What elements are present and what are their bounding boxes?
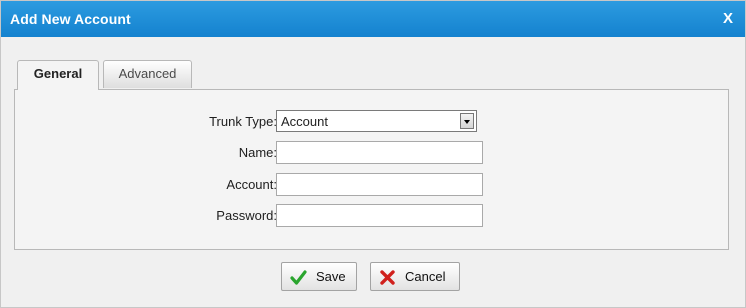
cancel-button[interactable]: Cancel — [370, 262, 460, 291]
tab-advanced[interactable]: Advanced — [103, 60, 192, 88]
check-icon — [290, 270, 307, 285]
name-label: Name: — [238, 145, 277, 160]
tab-general-label: General — [33, 66, 83, 81]
save-button-label: Save — [316, 269, 346, 284]
close-button[interactable]: X — [723, 10, 733, 27]
add-new-account-dialog: Add New Account X General Advanced Trunk… — [0, 0, 746, 308]
tab-advanced-label: Advanced — [118, 66, 177, 81]
tab-general[interactable]: General — [17, 60, 99, 90]
dialog-buttons: Save Cancel — [1, 262, 745, 293]
x-icon — [380, 270, 395, 285]
general-tab-panel: Trunk Type: Account Name: Account: Passw… — [14, 89, 729, 250]
name-row: Name: — [15, 141, 728, 165]
account-label: Account: — [226, 177, 277, 192]
account-row: Account: — [15, 173, 728, 197]
password-label: Password: — [216, 208, 277, 223]
dialog-titlebar: Add New Account X — [1, 1, 745, 37]
password-row: Password: — [15, 204, 728, 228]
trunk-type-label: Trunk Type: — [209, 114, 277, 129]
dialog-title: Add New Account — [10, 11, 131, 27]
name-field[interactable] — [276, 141, 483, 164]
cancel-button-label: Cancel — [405, 269, 446, 284]
password-field[interactable] — [276, 204, 483, 227]
chevron-down-icon[interactable] — [460, 113, 474, 129]
trunk-type-value: Account — [281, 114, 328, 129]
trunk-type-select[interactable]: Account — [276, 110, 477, 132]
trunk-type-row: Trunk Type: Account — [15, 110, 728, 134]
save-button[interactable]: Save — [281, 262, 357, 291]
account-field[interactable] — [276, 173, 483, 196]
